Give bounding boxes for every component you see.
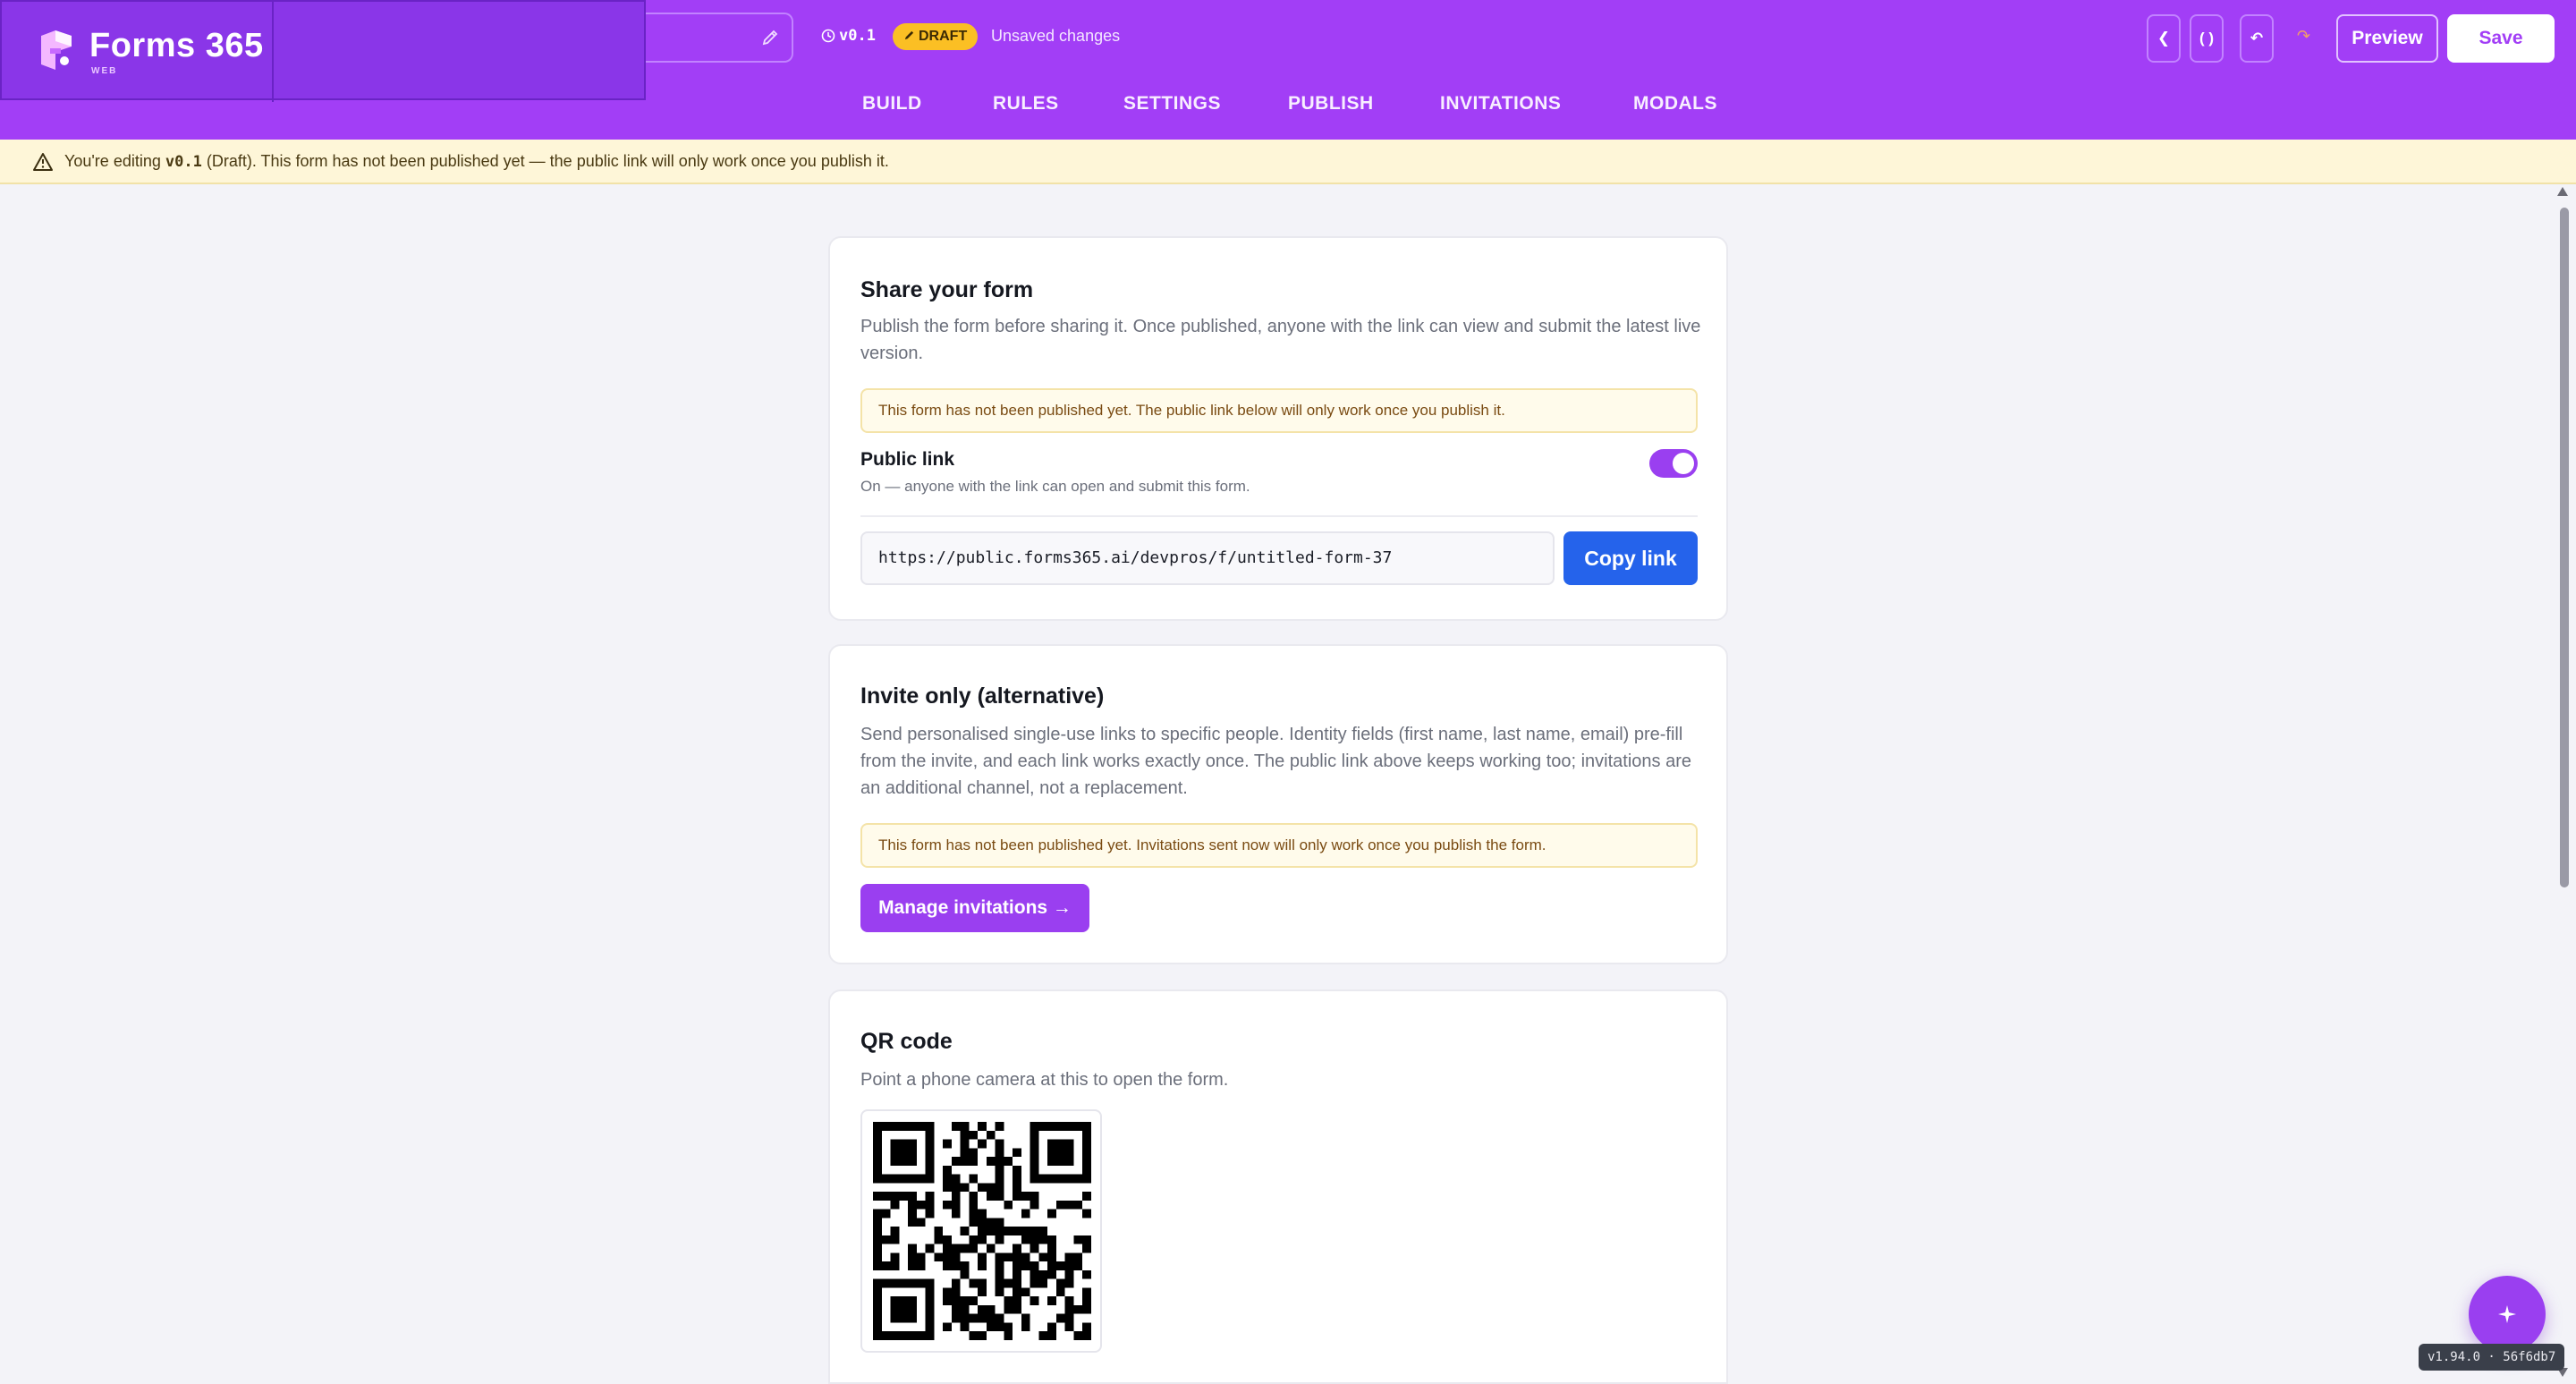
banner-suffix: (Draft). This form has not been publishe… bbox=[201, 152, 889, 170]
preview-button[interactable]: Preview bbox=[2336, 14, 2438, 63]
qr-title: QR code bbox=[860, 1029, 953, 1054]
chevron-left-icon: ❮ bbox=[2157, 30, 2171, 47]
draft-label: DRAFT bbox=[919, 29, 968, 44]
banner-message: You're editing v0.1 (Draft). This form h… bbox=[64, 152, 889, 171]
public-url-field[interactable]: https://public.forms365.ai/devpros/f/unt… bbox=[860, 531, 1555, 585]
tab-modals[interactable]: MODALS bbox=[1633, 93, 1717, 115]
divider bbox=[860, 515, 1698, 517]
version-label: v0.1 bbox=[839, 27, 876, 45]
form-title-input[interactable] bbox=[646, 13, 793, 63]
warning-icon bbox=[33, 153, 53, 171]
braces-icon: ( ) bbox=[2199, 30, 2215, 47]
public-link-toggle[interactable] bbox=[1649, 449, 1698, 478]
main-tabs: BUILD RULES SETTINGS PUBLISH INVITATIONS… bbox=[0, 93, 2576, 125]
copy-link-button[interactable]: Copy link bbox=[1563, 531, 1698, 585]
invite-only-card: Invite only (alternative) Send personali… bbox=[828, 644, 1728, 964]
share-title: Share your form bbox=[860, 277, 1034, 302]
app-subtitle: WEB bbox=[91, 66, 118, 76]
share-description: Publish the form before sharing it. Once… bbox=[860, 317, 1701, 363]
pencil-icon[interactable] bbox=[761, 29, 779, 47]
draft-warning-banner: You're editing v0.1 (Draft). This form h… bbox=[0, 140, 2576, 184]
invite-description: Send personalised single-use links to sp… bbox=[860, 725, 1692, 798]
draft-badge: DRAFT bbox=[893, 23, 979, 50]
scroll-up-arrow-icon[interactable] bbox=[2556, 186, 2569, 197]
unsaved-changes-status: Unsaved changes bbox=[991, 27, 1121, 45]
qr-description: Point a phone camera at this to open the… bbox=[860, 1070, 1229, 1090]
undo-button[interactable]: ↶ bbox=[2240, 14, 2274, 63]
invite-title: Invite only (alternative) bbox=[860, 684, 1105, 709]
manage-invitations-button[interactable]: Manage invitations → bbox=[860, 884, 1089, 932]
sparkle-icon bbox=[2498, 1305, 2516, 1323]
qr-code-frame bbox=[860, 1109, 1102, 1353]
clock-icon bbox=[821, 29, 835, 43]
banner-prefix: You're editing bbox=[64, 152, 165, 170]
logo-block[interactable]: Forms 365 WEB bbox=[2, 2, 274, 102]
app-name: Forms 365 bbox=[89, 27, 264, 64]
tab-rules[interactable]: RULES bbox=[993, 93, 1059, 115]
top-bar: Forms 365 WEB v0.1 DRAFT Unsaved changes… bbox=[0, 0, 2576, 140]
banner-version: v0.1 bbox=[165, 153, 202, 171]
tab-publish[interactable]: PUBLISH bbox=[1288, 93, 1374, 115]
public-link-description: On — anyone with the link can open and s… bbox=[860, 478, 1250, 495]
public-link-label: Public link bbox=[860, 449, 955, 470]
ai-assistant-button[interactable] bbox=[2469, 1276, 2546, 1353]
save-button[interactable]: Save bbox=[2447, 14, 2555, 63]
scrollbar-thumb[interactable] bbox=[2560, 208, 2569, 887]
share-unpublished-notice: This form has not been published yet. Th… bbox=[860, 388, 1698, 433]
share-form-card: Share your form Publish the form before … bbox=[828, 236, 1728, 621]
logo-area: Forms 365 WEB bbox=[0, 0, 646, 102]
undo-icon: ↶ bbox=[2250, 30, 2264, 47]
forms-logo-icon bbox=[41, 30, 72, 70]
json-view-button[interactable]: ( ) bbox=[2190, 14, 2224, 63]
pencil-small-icon bbox=[904, 30, 914, 40]
redo-button[interactable]: ↷ bbox=[2297, 27, 2310, 46]
toggle-knob bbox=[1673, 453, 1694, 474]
tab-invitations[interactable]: INVITATIONS bbox=[1440, 93, 1561, 115]
collapse-button[interactable]: ❮ bbox=[2147, 14, 2181, 63]
qr-code-image bbox=[873, 1122, 1091, 1340]
tab-settings[interactable]: SETTINGS bbox=[1123, 93, 1221, 115]
tab-build[interactable]: BUILD bbox=[862, 93, 922, 115]
qr-code-card: QR code Point a phone camera at this to … bbox=[828, 989, 1728, 1384]
build-version-tag: v1.94.0 · 56f6db7 bbox=[2419, 1344, 2565, 1371]
version-indicator: v0.1 bbox=[821, 27, 876, 45]
invite-unpublished-notice: This form has not been published yet. In… bbox=[860, 823, 1698, 868]
redo-icon: ↷ bbox=[2297, 27, 2311, 45]
